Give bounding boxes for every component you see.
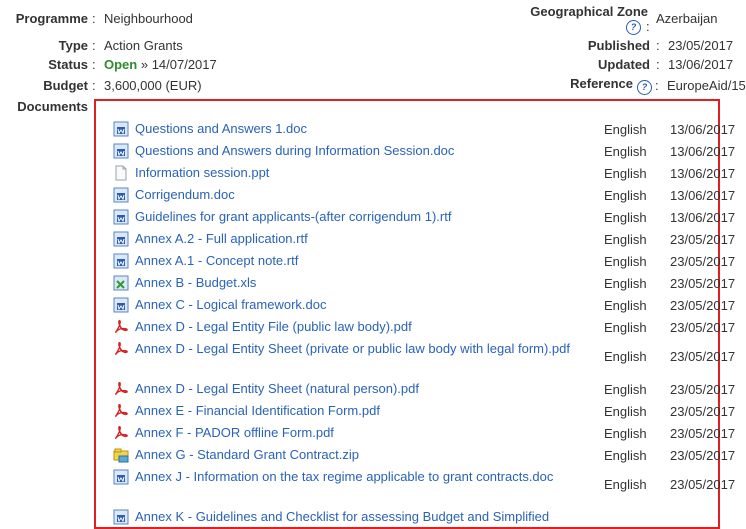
- status-label: Status: [48, 57, 88, 72]
- word-doc-icon: [113, 297, 129, 313]
- document-language: English: [604, 210, 647, 225]
- document-link[interactable]: Annex B - Budget.xls: [135, 272, 615, 294]
- document-date: 23/05/2017: [670, 232, 736, 247]
- updated-label: Updated: [598, 57, 650, 72]
- document-link[interactable]: Annex A.1 - Concept note.rtf: [135, 250, 615, 272]
- document-date: 13/06/2017: [670, 188, 736, 203]
- document-link[interactable]: Annex D - Legal Entity Sheet (private or…: [108, 338, 578, 360]
- word-doc-icon: [113, 231, 129, 247]
- document-link[interactable]: Questions and Answers 1.doc: [135, 118, 615, 140]
- word-doc-icon: [113, 509, 129, 525]
- reference-value: EuropeAid/15: [667, 78, 746, 93]
- document-language: English: [604, 166, 647, 181]
- document-language: English: [604, 122, 647, 137]
- pdf-icon: [113, 403, 129, 419]
- document-date: 13/06/2017: [670, 166, 736, 181]
- document-link[interactable]: Annex A.2 - Full application.rtf: [135, 228, 615, 250]
- geo-zone-value: Azerbaijan: [656, 11, 718, 26]
- document-date: 23/05/2017: [670, 298, 736, 313]
- document-link[interactable]: Corrigendum.doc: [135, 184, 615, 206]
- document-language: English: [604, 320, 647, 335]
- updated-colon: :: [656, 57, 660, 72]
- generic-file-icon: [113, 165, 129, 181]
- document-date: 13/06/2017: [670, 144, 736, 159]
- document-language: English: [604, 404, 647, 419]
- pdf-icon: [113, 425, 129, 441]
- programme-value: Neighbourhood: [104, 11, 193, 26]
- document-link[interactable]: Annex J - Information on the tax regime …: [108, 466, 578, 488]
- document-date: 13/06/2017: [670, 122, 736, 137]
- geo-zone-help-icon[interactable]: ?: [626, 20, 641, 35]
- document-language: English: [604, 426, 647, 441]
- document-link[interactable]: Annex C - Logical framework.doc: [135, 294, 615, 316]
- published-colon: :: [656, 38, 660, 53]
- document-language: English: [604, 254, 647, 269]
- word-doc-icon: [113, 143, 129, 159]
- status-open-badge: Open: [104, 57, 138, 72]
- status-deadline: » 14/07/2017: [137, 57, 217, 72]
- document-link[interactable]: Annex D - Legal Entity Sheet (natural pe…: [135, 378, 615, 400]
- type-value: Action Grants: [104, 38, 183, 53]
- document-language: English: [604, 382, 647, 397]
- document-date: 23/05/2017: [670, 349, 736, 364]
- status-colon: :: [92, 57, 96, 72]
- document-language: English: [604, 477, 647, 492]
- document-link[interactable]: Annex F - PADOR offline Form.pdf: [135, 422, 615, 444]
- document-date: 23/05/2017: [670, 477, 736, 492]
- document-date: 23/05/2017: [670, 426, 736, 441]
- document-link[interactable]: Information session.ppt: [135, 162, 615, 184]
- budget-colon: :: [92, 78, 96, 93]
- document-date: 23/05/2017: [670, 254, 736, 269]
- document-link[interactable]: Annex E - Financial Identification Form.…: [135, 400, 615, 422]
- document-link[interactable]: Guidelines for grant applicants-(after c…: [135, 206, 615, 228]
- document-date: 23/05/2017: [670, 448, 736, 463]
- reference-help-icon[interactable]: ?: [637, 80, 652, 95]
- word-doc-icon: [113, 121, 129, 137]
- excel-icon: [113, 275, 129, 291]
- reference-colon: :: [655, 78, 659, 93]
- status-value: Open » 14/07/2017: [104, 57, 217, 72]
- geo-zone-label: Geographical Zone: [530, 4, 648, 19]
- document-language: English: [604, 188, 647, 203]
- word-doc-icon: [113, 253, 129, 269]
- reference-label: Reference: [570, 76, 633, 91]
- budget-label: Budget: [43, 78, 88, 93]
- word-doc-icon: [113, 187, 129, 203]
- document-language: English: [604, 144, 647, 159]
- word-doc-icon: [113, 209, 129, 225]
- updated-value: 13/06/2017: [668, 57, 734, 72]
- pdf-icon: [113, 319, 129, 335]
- published-value: 23/05/2017: [668, 38, 734, 53]
- programme-colon: :: [92, 11, 96, 26]
- documents-label: Documents: [17, 99, 88, 114]
- document-link[interactable]: Annex D - Legal Entity File (public law …: [135, 316, 615, 338]
- document-link[interactable]: Annex K - Guidelines and Checklist for a…: [135, 506, 615, 528]
- document-language: English: [604, 448, 647, 463]
- document-link[interactable]: Annex G - Standard Grant Contract.zip: [135, 444, 615, 466]
- document-date: 23/05/2017: [670, 404, 736, 419]
- document-date: 23/05/2017: [670, 276, 736, 291]
- document-language: English: [604, 276, 647, 291]
- document-link[interactable]: Questions and Answers during Information…: [135, 140, 615, 162]
- pdf-icon: [113, 381, 129, 397]
- published-label: Published: [587, 38, 650, 53]
- document-date: 23/05/2017: [670, 382, 736, 397]
- geo-zone-colon: :: [646, 19, 650, 34]
- programme-label: Programme: [15, 11, 88, 26]
- document-date: 23/05/2017: [670, 320, 736, 335]
- document-language: English: [604, 232, 647, 247]
- budget-value: 3,600,000 (EUR): [104, 78, 202, 93]
- document-language: English: [604, 349, 647, 364]
- type-colon: :: [92, 38, 96, 53]
- document-date: 13/06/2017: [670, 210, 736, 225]
- zip-icon: [113, 447, 129, 463]
- type-label: Type: [58, 38, 88, 53]
- document-language: English: [604, 298, 647, 313]
